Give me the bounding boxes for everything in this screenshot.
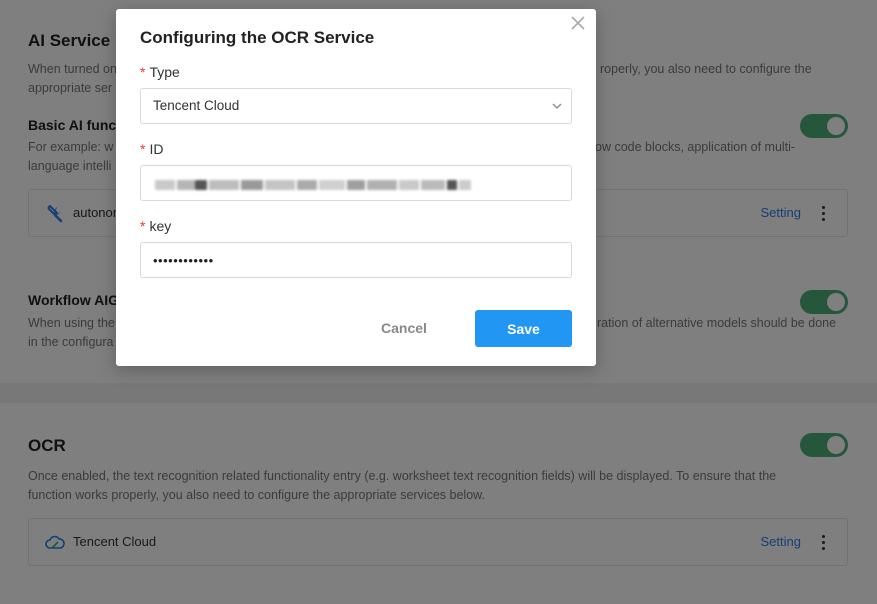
type-label-text: Type (149, 64, 180, 80)
key-label-text: key (149, 218, 172, 234)
id-input[interactable] (140, 165, 572, 201)
key-field (140, 242, 572, 278)
dialog-title: Configuring the OCR Service (140, 28, 375, 47)
id-label-text: ID (149, 141, 164, 157)
type-select-value: Tencent Cloud (153, 98, 240, 113)
key-input[interactable] (141, 243, 571, 277)
cancel-button[interactable]: Cancel (359, 310, 449, 346)
required-mark: * (140, 218, 146, 234)
key-field-label: * key (140, 218, 171, 234)
required-mark: * (140, 141, 146, 157)
save-button[interactable]: Save (475, 310, 572, 347)
required-mark: * (140, 64, 146, 80)
id-value-blurred (155, 174, 475, 194)
type-select[interactable]: Tencent Cloud (140, 88, 572, 124)
ocr-config-dialog: Configuring the OCR Service * Type Tencen… (116, 9, 596, 366)
type-field-label: * Type (140, 64, 180, 80)
close-icon[interactable] (568, 13, 588, 33)
chevron-down-icon (552, 103, 562, 109)
id-field-label: * ID (140, 141, 163, 157)
